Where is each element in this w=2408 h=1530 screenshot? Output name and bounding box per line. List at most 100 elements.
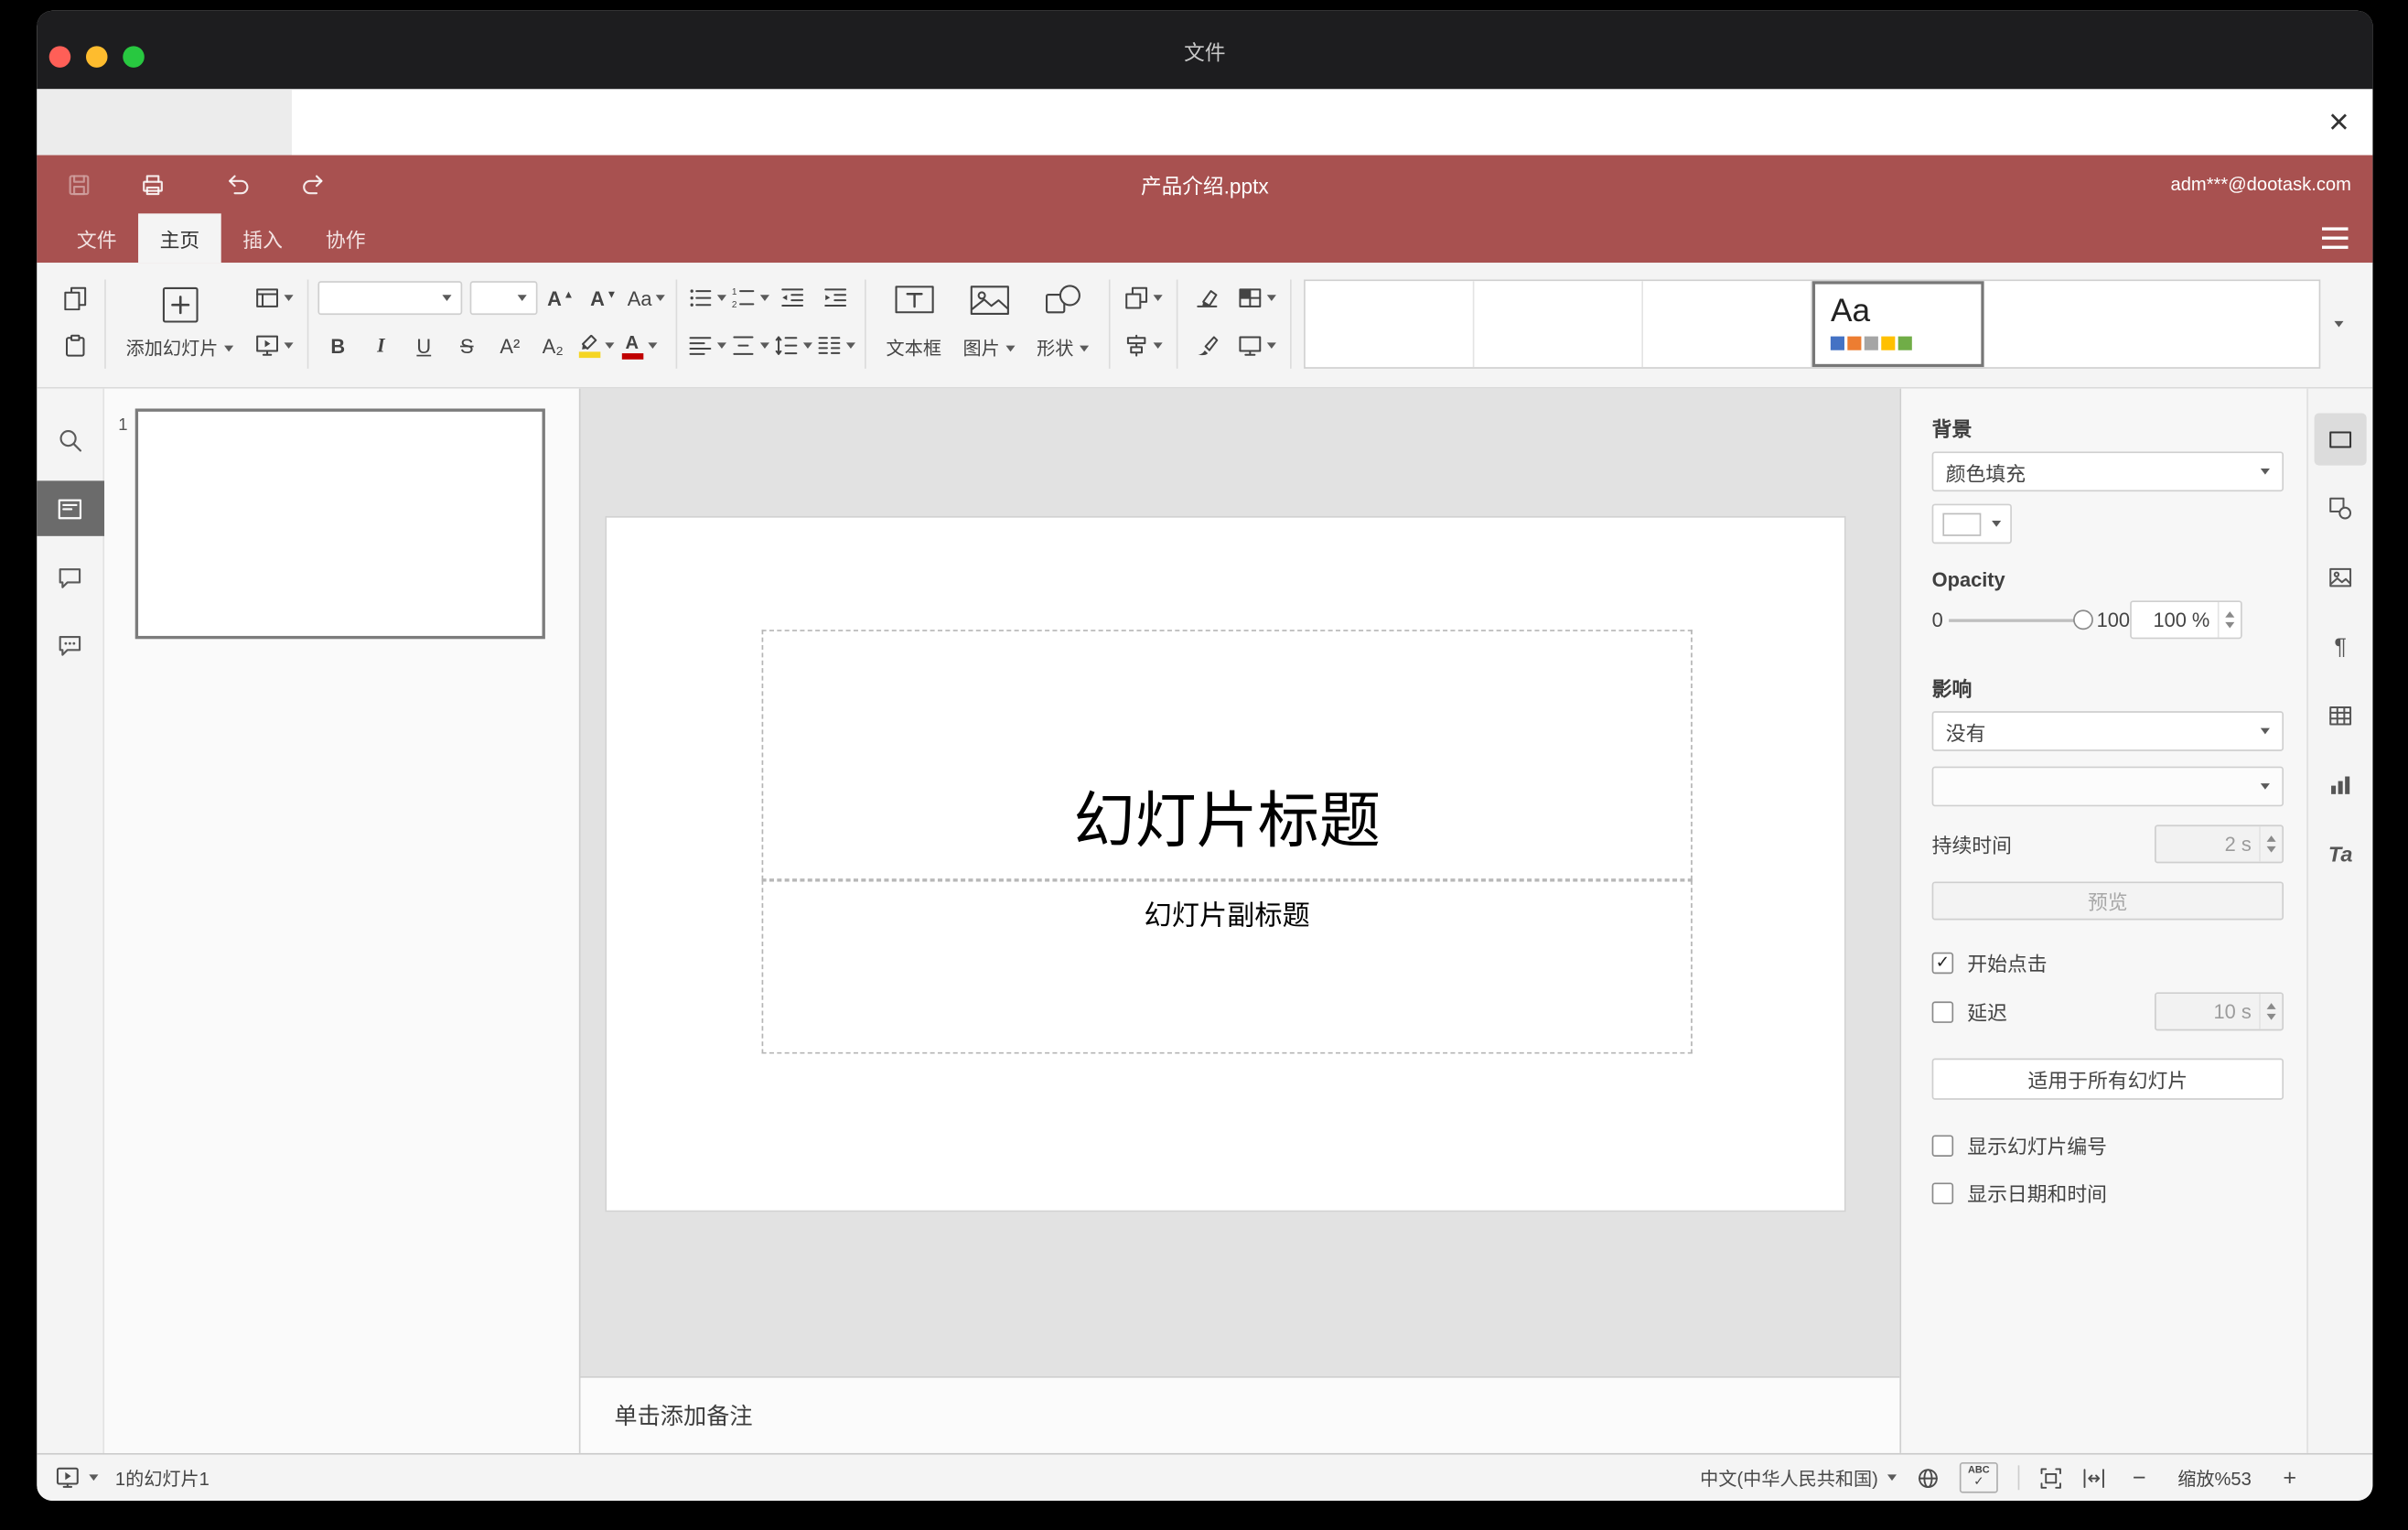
- italic-button[interactable]: I: [360, 328, 401, 364]
- fit-slide-button[interactable]: [2039, 1466, 2062, 1489]
- copy-button[interactable]: [55, 279, 95, 316]
- theme-tile[interactable]: [1983, 281, 2319, 368]
- zoom-out-button[interactable]: −: [2125, 1465, 2153, 1492]
- print-button[interactable]: [132, 165, 172, 205]
- superscript-button[interactable]: A²: [489, 328, 530, 364]
- search-button[interactable]: [37, 414, 103, 466]
- theme-gallery-expand-button[interactable]: [2320, 279, 2357, 368]
- color-scheme-button[interactable]: [1233, 279, 1281, 316]
- insert-textbox-button[interactable]: 文本框: [876, 279, 952, 368]
- chevron-down-icon: [2260, 727, 2270, 735]
- highlight-color-button[interactable]: [575, 328, 616, 364]
- subscript-button[interactable]: A₂: [532, 328, 573, 364]
- spellcheck-button[interactable]: ABC ✓: [1959, 1461, 1998, 1493]
- table-settings-button[interactable]: [2315, 690, 2367, 742]
- chevron-down-icon: [604, 342, 614, 350]
- apply-all-slides-button[interactable]: 适用于所有幻灯片: [1931, 1058, 2284, 1100]
- shape-settings-button[interactable]: [2315, 482, 2367, 534]
- show-slide-number-checkbox[interactable]: [1931, 1134, 1954, 1157]
- horizontal-align-button[interactable]: [686, 328, 726, 364]
- comments-button[interactable]: [37, 552, 103, 604]
- redo-button[interactable]: [292, 165, 332, 205]
- bold-button[interactable]: B: [317, 328, 358, 364]
- start-slideshow-button[interactable]: [251, 328, 298, 364]
- save-button[interactable]: [59, 165, 99, 205]
- theme-tile[interactable]: [1305, 281, 1475, 368]
- chart-settings-button[interactable]: [2315, 759, 2367, 811]
- spinner-arrows[interactable]: [2259, 994, 2282, 1029]
- bullets-button[interactable]: [686, 279, 726, 316]
- increase-indent-button[interactable]: [815, 279, 855, 316]
- zoom-in-button[interactable]: +: [2276, 1465, 2304, 1492]
- tab-collaboration[interactable]: 协作: [304, 213, 387, 263]
- show-date-time-checkbox[interactable]: [1931, 1181, 1954, 1204]
- tab-home[interactable]: 主页: [138, 213, 221, 264]
- slide-settings-button[interactable]: [2314, 413, 2367, 466]
- theme-tile[interactable]: [1474, 281, 1644, 368]
- image-label: 图片: [962, 338, 1000, 360]
- slide-thumbnail-1[interactable]: [134, 408, 545, 640]
- textart-settings-button[interactable]: Ta: [2315, 828, 2367, 880]
- delay-input[interactable]: 10 s: [2155, 992, 2284, 1031]
- document-language-button[interactable]: [1917, 1466, 1940, 1489]
- title-placeholder[interactable]: 幻灯片标题: [761, 630, 1693, 880]
- clear-style-button[interactable]: [1188, 279, 1228, 316]
- undo-button[interactable]: [218, 165, 258, 205]
- duration-label: 持续时间: [1931, 834, 2012, 857]
- tab-insert[interactable]: 插入: [221, 213, 305, 263]
- insert-image-button[interactable]: 图片: [952, 279, 1027, 368]
- spinner-arrows[interactable]: [2259, 826, 2282, 862]
- preview-button[interactable]: 预览: [1931, 881, 2284, 921]
- duration-input[interactable]: 2 s: [2155, 824, 2284, 864]
- columns-button[interactable]: [815, 328, 855, 364]
- chat-button[interactable]: [37, 619, 103, 671]
- clipboard-group: [55, 279, 95, 363]
- theme-tile-selected[interactable]: Aa: [1811, 281, 1984, 368]
- font-color-button[interactable]: A: [618, 328, 659, 364]
- numbering-button[interactable]: 12: [729, 279, 769, 316]
- strikethrough-button[interactable]: S: [446, 328, 487, 364]
- language-selector[interactable]: 中文(中华人民共和国): [1700, 1465, 1897, 1492]
- slider-knob[interactable]: [2073, 609, 2094, 630]
- decrease-indent-button[interactable]: [772, 279, 812, 316]
- slides-panel-button[interactable]: [37, 480, 104, 536]
- increase-font-button[interactable]: A ▲: [541, 279, 581, 316]
- background-fill-select[interactable]: 颜色填充: [1931, 451, 2284, 492]
- opacity-input[interactable]: 100 %: [2130, 600, 2242, 640]
- start-on-click-checkbox[interactable]: ✓: [1931, 951, 1954, 974]
- slideshow-options-button[interactable]: [89, 1474, 99, 1482]
- opacity-slider[interactable]: [1949, 609, 2094, 631]
- delay-checkbox[interactable]: [1931, 1000, 1954, 1023]
- tab-file[interactable]: 文件: [55, 213, 138, 263]
- notes-area[interactable]: 单击添加备注: [580, 1375, 1900, 1453]
- start-slideshow-status-button[interactable]: [55, 1465, 80, 1490]
- decrease-font-button[interactable]: A ▼: [584, 279, 624, 316]
- transition-type-select[interactable]: [1931, 766, 2284, 807]
- line-spacing-button[interactable]: [772, 328, 812, 364]
- theme-tile[interactable]: [1643, 281, 1812, 368]
- close-preview-button[interactable]: ×: [2317, 100, 2360, 143]
- change-case-button[interactable]: Aa: [627, 279, 667, 316]
- fit-width-button[interactable]: [2082, 1466, 2105, 1489]
- slide-subtitle-text: 幻灯片副标题: [1144, 900, 1310, 932]
- menu-button[interactable]: [2315, 221, 2355, 255]
- subtitle-placeholder[interactable]: 幻灯片副标题: [761, 879, 1693, 1054]
- insert-shape-button[interactable]: 形状: [1026, 279, 1100, 368]
- align-shape-button[interactable]: [1120, 328, 1167, 364]
- add-slide-button[interactable]: 添加幻灯片: [115, 279, 244, 368]
- slide-size-button[interactable]: [1233, 328, 1281, 364]
- change-layout-button[interactable]: [251, 279, 298, 316]
- image-settings-button[interactable]: [2315, 552, 2367, 604]
- paste-button[interactable]: [55, 328, 95, 364]
- spinner-arrows[interactable]: [2217, 601, 2241, 638]
- vertical-align-button[interactable]: [729, 328, 769, 364]
- chevron-down-icon: [1153, 295, 1163, 301]
- arrange-shape-button[interactable]: [1120, 279, 1167, 316]
- copy-style-button[interactable]: [1188, 328, 1228, 364]
- font-name-input[interactable]: [317, 281, 463, 316]
- paragraph-settings-button[interactable]: ¶: [2315, 620, 2367, 673]
- transition-effect-select[interactable]: 没有: [1931, 711, 2284, 751]
- font-size-input[interactable]: [469, 281, 538, 316]
- underline-button[interactable]: U: [403, 328, 444, 364]
- background-color-picker[interactable]: [1931, 503, 2012, 544]
